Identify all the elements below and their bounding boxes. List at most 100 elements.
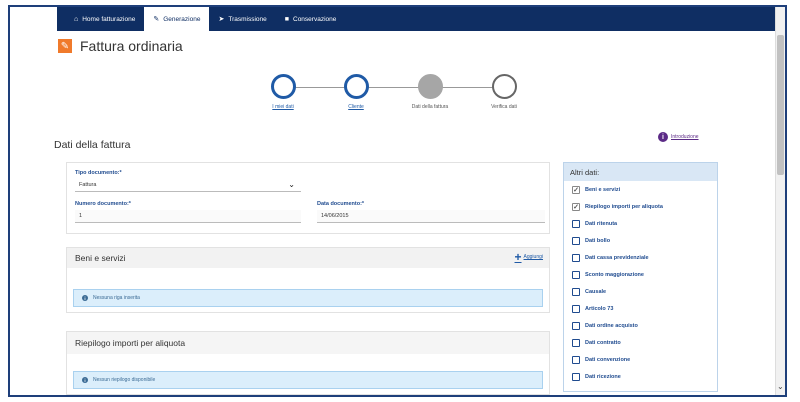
- altri-dati-label: Dati ordine acquisto: [585, 322, 638, 329]
- altri-dati-title: Altri dati:: [564, 163, 717, 181]
- step-label[interactable]: Cliente: [326, 104, 386, 110]
- checkbox-checked-icon[interactable]: ✓: [572, 185, 580, 194]
- nav-trasmissione[interactable]: ➤ Trasmissione: [209, 7, 275, 31]
- step-4: Verifica dati: [474, 74, 534, 110]
- altri-dati-panel: Altri dati: ✓ Beni e servizi ✓ Riepilogo im…: [563, 162, 718, 392]
- top-navigation: ⌂ Home fatturazione ✎ Generazione ➤ Tras…: [57, 7, 779, 31]
- checkbox-icon[interactable]: [572, 287, 580, 296]
- alert-text: Nessuna riga inserita: [93, 295, 140, 301]
- vertical-scrollbar[interactable]: ⌄: [775, 7, 785, 395]
- step-circle: [343, 74, 369, 99]
- page-title: Fattura ordinaria: [80, 38, 183, 54]
- document-form: Tipo documento:* Fattura ⌄ Numero docume…: [66, 162, 550, 234]
- info-icon: i: [82, 377, 88, 383]
- pencil-icon: ✎: [153, 16, 160, 23]
- altri-dati-label: Dati ritenuta: [585, 220, 618, 227]
- altri-dati-item[interactable]: Dati ritenuta: [564, 215, 717, 232]
- data-documento-input[interactable]: 14/06/2015: [317, 210, 545, 223]
- panel-title: Riepilogo importi per aliquota: [75, 338, 186, 348]
- scrollbar-thumb[interactable]: [777, 35, 784, 175]
- altri-dati-label: Dati bollo: [585, 237, 611, 244]
- info-alert: i Nessuna riga inserita: [73, 289, 543, 307]
- altri-dati-item[interactable]: Articolo 73: [564, 300, 717, 317]
- tipo-documento-select[interactable]: Fattura ⌄: [75, 179, 301, 192]
- checkbox-icon[interactable]: [572, 321, 580, 330]
- checkbox-icon[interactable]: [572, 355, 580, 364]
- help-link[interactable]: i Introduzione: [658, 132, 699, 142]
- checkbox-icon[interactable]: [572, 338, 580, 347]
- step-label: Verifica dati: [491, 104, 517, 110]
- altri-dati-label: Dati contratto: [585, 339, 621, 346]
- send-icon: ➤: [218, 16, 225, 23]
- nav-label: Conservazione: [293, 15, 337, 23]
- altri-dati-list: ✓ Beni e servizi ✓ Riepilogo importi per al…: [564, 181, 717, 385]
- section-title: Dati della fattura: [54, 139, 131, 151]
- altri-dati-item[interactable]: Dati contratto: [564, 334, 717, 351]
- altri-dati-item[interactable]: Dati cassa previdenziale: [564, 249, 717, 266]
- altri-dati-label: Riepilogo importi per aliquota: [585, 203, 663, 210]
- panel-header: Riepilogo importi per aliquota: [67, 332, 549, 354]
- altri-dati-label: Sconto maggiorazione: [585, 271, 644, 278]
- step-circle: [417, 74, 443, 99]
- panel-title: Beni e servizi: [75, 253, 126, 263]
- altri-dati-label: Articolo 73: [585, 305, 614, 312]
- altri-dati-item[interactable]: Sconto maggiorazione: [564, 266, 717, 283]
- checkbox-icon[interactable]: [572, 236, 580, 245]
- chevron-down-icon: ⌄: [288, 180, 295, 189]
- beni-servizi-panel: Beni e servizi + Aggiungi i Nessuna riga…: [66, 247, 550, 313]
- nav-conservazione[interactable]: ■ Conservazione: [276, 7, 346, 31]
- step-circle: [491, 74, 517, 99]
- progress-stepper: I miei dati Cliente Dati della fattura V…: [258, 74, 528, 124]
- nav-home-fatturazione[interactable]: ⌂ Home fatturazione: [65, 7, 144, 31]
- step-label: Dati della fattura: [411, 104, 449, 110]
- checkbox-icon[interactable]: [572, 253, 580, 262]
- chevron-down-icon[interactable]: ⌄: [777, 382, 784, 391]
- plus-icon: +: [514, 250, 522, 264]
- altri-dati-item[interactable]: ✓ Riepilogo importi per aliquota: [564, 198, 717, 215]
- altri-dati-label: Dati ricezione: [585, 373, 621, 380]
- info-icon: i: [658, 132, 668, 142]
- altri-dati-label: Dati convenzione: [585, 356, 631, 363]
- help-label[interactable]: Introduzione: [671, 134, 699, 140]
- checkbox-icon[interactable]: [572, 219, 580, 228]
- alert-text: Nessun riepilogo disponibile: [93, 377, 156, 383]
- altri-dati-item[interactable]: Dati ricezione: [564, 368, 717, 385]
- nav-generazione[interactable]: ✎ Generazione: [144, 7, 210, 31]
- checkbox-icon[interactable]: [572, 304, 580, 313]
- data-documento-label: Data documento:*: [317, 201, 365, 207]
- info-icon: i: [82, 295, 88, 301]
- panel-header: Beni e servizi + Aggiungi: [67, 248, 549, 268]
- tipo-documento-label: Tipo documento:*: [75, 170, 122, 176]
- info-alert: i Nessun riepilogo disponibile: [73, 371, 543, 389]
- numero-documento-value: 1: [79, 213, 83, 219]
- checkbox-icon[interactable]: [572, 270, 580, 279]
- nav-label: Trasmissione: [228, 15, 267, 23]
- step-1[interactable]: I miei dati: [253, 74, 313, 110]
- step-3: Dati della fattura: [400, 74, 460, 110]
- add-label[interactable]: Aggiungi: [524, 254, 543, 260]
- altri-dati-label: Causale: [585, 288, 607, 295]
- step-circle: [270, 74, 296, 99]
- altri-dati-item[interactable]: Dati bollo: [564, 232, 717, 249]
- altri-dati-label: Beni e servizi: [585, 186, 621, 193]
- checkbox-checked-icon[interactable]: ✓: [572, 202, 580, 211]
- altri-dati-item[interactable]: Causale: [564, 283, 717, 300]
- altri-dati-item[interactable]: Dati convenzione: [564, 351, 717, 368]
- home-icon: ⌂: [74, 15, 79, 23]
- page-header: ✎ Fattura ordinaria: [58, 38, 183, 54]
- data-documento-value: 14/06/2015: [321, 213, 349, 219]
- add-button[interactable]: + Aggiungi: [514, 250, 543, 264]
- altri-dati-item[interactable]: ✓ Beni e servizi: [564, 181, 717, 198]
- step-2[interactable]: Cliente: [326, 74, 386, 110]
- nav-label: Generazione: [163, 15, 201, 23]
- stepper-line: [280, 87, 500, 88]
- archive-icon: ■: [284, 15, 289, 23]
- edit-icon: ✎: [58, 39, 72, 53]
- checkbox-icon[interactable]: [572, 372, 580, 381]
- numero-documento-input[interactable]: 1: [75, 210, 301, 223]
- nav-label: Home fatturazione: [82, 15, 136, 23]
- altri-dati-item[interactable]: Dati ordine acquisto: [564, 317, 717, 334]
- numero-documento-label: Numero documento:*: [75, 201, 131, 207]
- riepilogo-panel: Riepilogo importi per aliquota i Nessun …: [66, 331, 550, 395]
- step-label[interactable]: I miei dati: [253, 104, 313, 110]
